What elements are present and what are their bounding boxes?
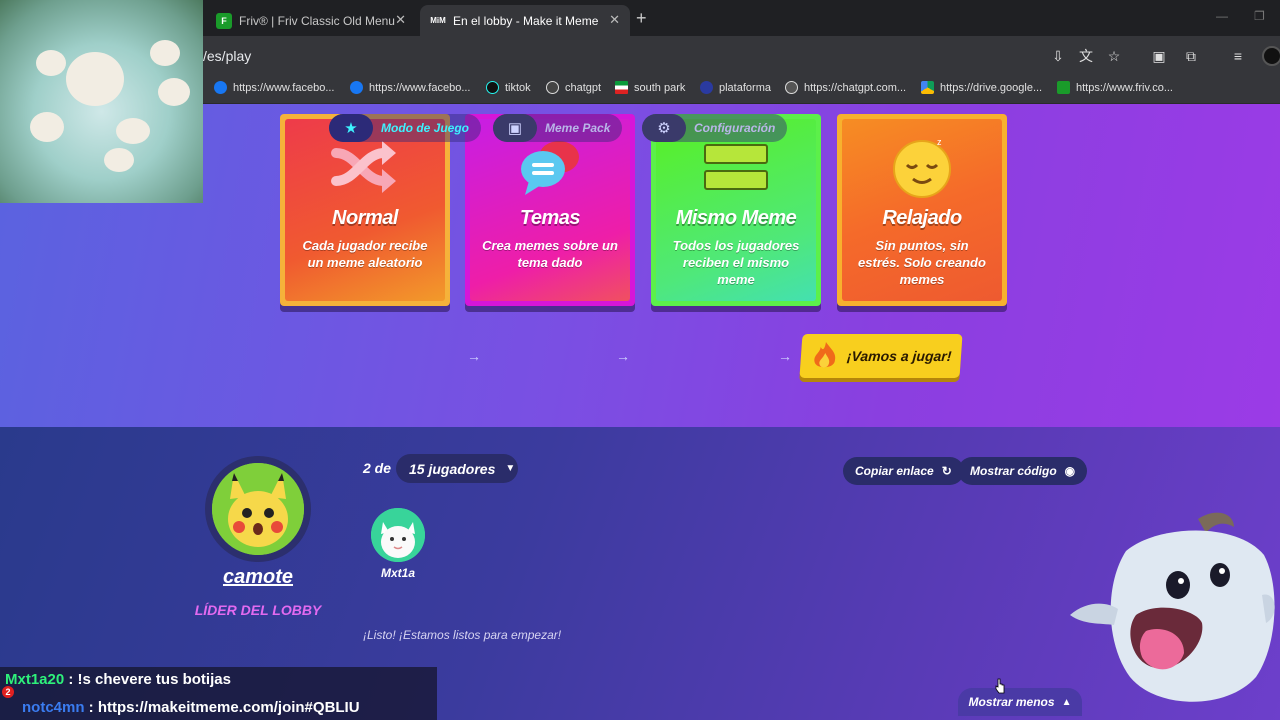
mode-title: Temas: [519, 207, 581, 229]
gear-icon: ⚙: [642, 114, 686, 142]
bookmark-tiktok[interactable]: tiktok: [486, 81, 531, 94]
box-icon: ▣: [493, 114, 537, 142]
copy-link-button[interactable]: Copiar enlace ↻: [843, 457, 964, 485]
tab-label: Friv® | Friv Classic Old Menu: [239, 13, 395, 28]
plataforma-icon: [700, 81, 713, 94]
chat-text: : https://makeitmeme.com/join#QBLIU: [84, 699, 360, 716]
mode-title: Normal: [332, 207, 398, 229]
mode-card-relajado[interactable]: z Relajado Sin puntos, sin estrés. Solo …: [837, 114, 1007, 306]
poro-figure: [36, 50, 66, 76]
star-icon: ★: [329, 114, 373, 142]
poro-figure: [30, 112, 64, 142]
chat-message: Mxt1a20 : !s chevere tus botijas: [5, 671, 231, 688]
poro-figure: [150, 40, 180, 66]
arrow-right-icon: →: [778, 348, 792, 364]
chatgpt-icon: [785, 81, 798, 94]
leader-name[interactable]: camote: [205, 566, 311, 589]
tab-label: En el lobby - Make it Meme: [453, 13, 599, 28]
extension-discord-icon[interactable]: ▣: [1150, 47, 1168, 65]
bookmark-friv[interactable]: https://www.friv.co...: [1057, 81, 1173, 94]
minimize-icon[interactable]: —: [1216, 9, 1228, 23]
friv-logo-icon: [1057, 81, 1070, 94]
chat-text: : !s chevere tus botijas: [64, 671, 231, 688]
svg-text:z: z: [937, 137, 942, 147]
mode-title: Relajado: [882, 207, 962, 229]
poro-figure: [116, 118, 150, 144]
close-tab-icon[interactable]: ✕: [609, 12, 620, 28]
translate-icon[interactable]: 文: [1077, 47, 1095, 65]
arrow-right-icon: →: [467, 348, 481, 364]
show-less-button[interactable]: Mostrar menos ▲: [958, 688, 1082, 716]
refresh-link-icon: ↻: [941, 464, 952, 478]
extensions-puzzle-icon[interactable]: ⧉: [1182, 47, 1200, 65]
bookmark-facebook-2[interactable]: https://www.facebo...: [350, 81, 471, 94]
facebook-icon: [350, 81, 363, 94]
mode-card-mismo-meme[interactable]: Mismo Meme Todos los jugadores reciben e…: [651, 114, 821, 306]
chevron-down-icon: ▼: [505, 463, 516, 474]
stream-chat-overlay: Mxt1a20 : !s chevere tus botijas notc4mn…: [0, 667, 437, 720]
new-tab-icon[interactable]: +: [636, 8, 647, 29]
step-meme-pack[interactable]: ▣ Meme Pack: [493, 114, 623, 142]
mode-title: Mismo Meme: [675, 207, 797, 229]
sleepy-face-icon: z: [893, 137, 951, 198]
bookmark-plataforma[interactable]: plataforma: [700, 81, 771, 94]
tab-make-it-meme[interactable]: MiM En el lobby - Make it Meme ✕: [420, 5, 630, 36]
player-count-label: 2 de: [363, 460, 392, 476]
facebook-icon: [214, 81, 227, 94]
player-avatar: [371, 508, 425, 562]
max-players-dropdown[interactable]: 15 jugadores ▼: [396, 454, 518, 483]
mode-description: Crea memes sobre un tema dado: [482, 238, 618, 270]
bookmark-south-park[interactable]: south park: [615, 81, 685, 94]
step-modo-de-juego[interactable]: ★ Modo de Juego: [329, 114, 481, 142]
mode-description: Todos los jugadores reciben el mismo mem…: [672, 238, 800, 287]
chat-notification-badge: 2: [2, 686, 14, 698]
leader-role-label: LÍDER DEL LOBBY: [194, 602, 322, 618]
ready-message: ¡Listo! ¡Estamos listos para empezar!: [363, 628, 562, 642]
chat-username: notc4mn: [22, 699, 85, 716]
bookmark-chatgpt-com[interactable]: https://chatgpt.com...: [785, 81, 906, 94]
google-drive-icon: [921, 81, 934, 94]
mim-logo-icon: MiM: [430, 16, 446, 25]
tiktok-icon: [486, 81, 499, 94]
poro-mascot-overlay: [1070, 512, 1275, 702]
chatgpt-icon: [546, 81, 559, 94]
mode-card-normal[interactable]: Normal Cada jugador recibe un meme aleat…: [280, 114, 450, 306]
step-configuracion[interactable]: ⚙ Configuración: [642, 114, 788, 142]
url-field[interactable]: /es/play: [203, 48, 251, 64]
mode-description: Sin puntos, sin estrés. Solo creando mem…: [858, 238, 986, 287]
arrow-right-icon: →: [616, 348, 630, 364]
webcam-overlay: [0, 0, 203, 203]
friv-logo-icon: F: [216, 12, 232, 29]
pikachu-avatar-icon: [212, 463, 304, 555]
mode-card-temas[interactable]: Temas Crea memes sobre un tema dado: [465, 114, 635, 306]
mode-description: Cada jugador recibe un meme aleatorio: [302, 238, 428, 270]
bookmark-chatgpt[interactable]: chatgpt: [546, 81, 601, 94]
chat-username: Mxt1a20: [5, 671, 65, 688]
media-control-icon[interactable]: ≡: [1229, 47, 1247, 65]
mexico-flag-icon: [615, 81, 628, 94]
player-name: Mxt1a: [380, 566, 415, 580]
fire-icon: [814, 342, 836, 368]
poro-figure: [158, 78, 190, 106]
show-code-button[interactable]: Mostrar código ◉: [958, 457, 1088, 485]
shuffle-icon: [331, 141, 396, 193]
poro-figure: [104, 148, 134, 172]
chat-message: notc4mn : https://makeitmeme.com/join#QB…: [22, 699, 360, 716]
poro-figure: [66, 52, 124, 106]
eye-icon: ◉: [1064, 464, 1076, 478]
install-icon[interactable]: ⇩: [1049, 47, 1067, 65]
bookmark-star-icon[interactable]: ☆: [1105, 47, 1123, 65]
restore-icon[interactable]: ❐: [1254, 9, 1265, 23]
start-game-button[interactable]: ¡Vamos a jugar!: [799, 334, 963, 378]
white-cat-avatar-icon: [371, 508, 425, 562]
equals-icon: [704, 144, 768, 190]
bookmark-facebook-1[interactable]: https://www.facebo...: [214, 81, 335, 94]
close-tab-icon[interactable]: ✕: [395, 12, 406, 28]
bookmark-google-drive[interactable]: https://drive.google...: [921, 81, 1042, 94]
hand-cursor-icon: [995, 678, 1005, 694]
tab-friv[interactable]: F Friv® | Friv Classic Old Menu ✕: [206, 5, 416, 36]
chat-bubbles-icon: [521, 141, 579, 195]
profile-avatar[interactable]: [1262, 46, 1280, 66]
leader-avatar: [205, 456, 311, 562]
